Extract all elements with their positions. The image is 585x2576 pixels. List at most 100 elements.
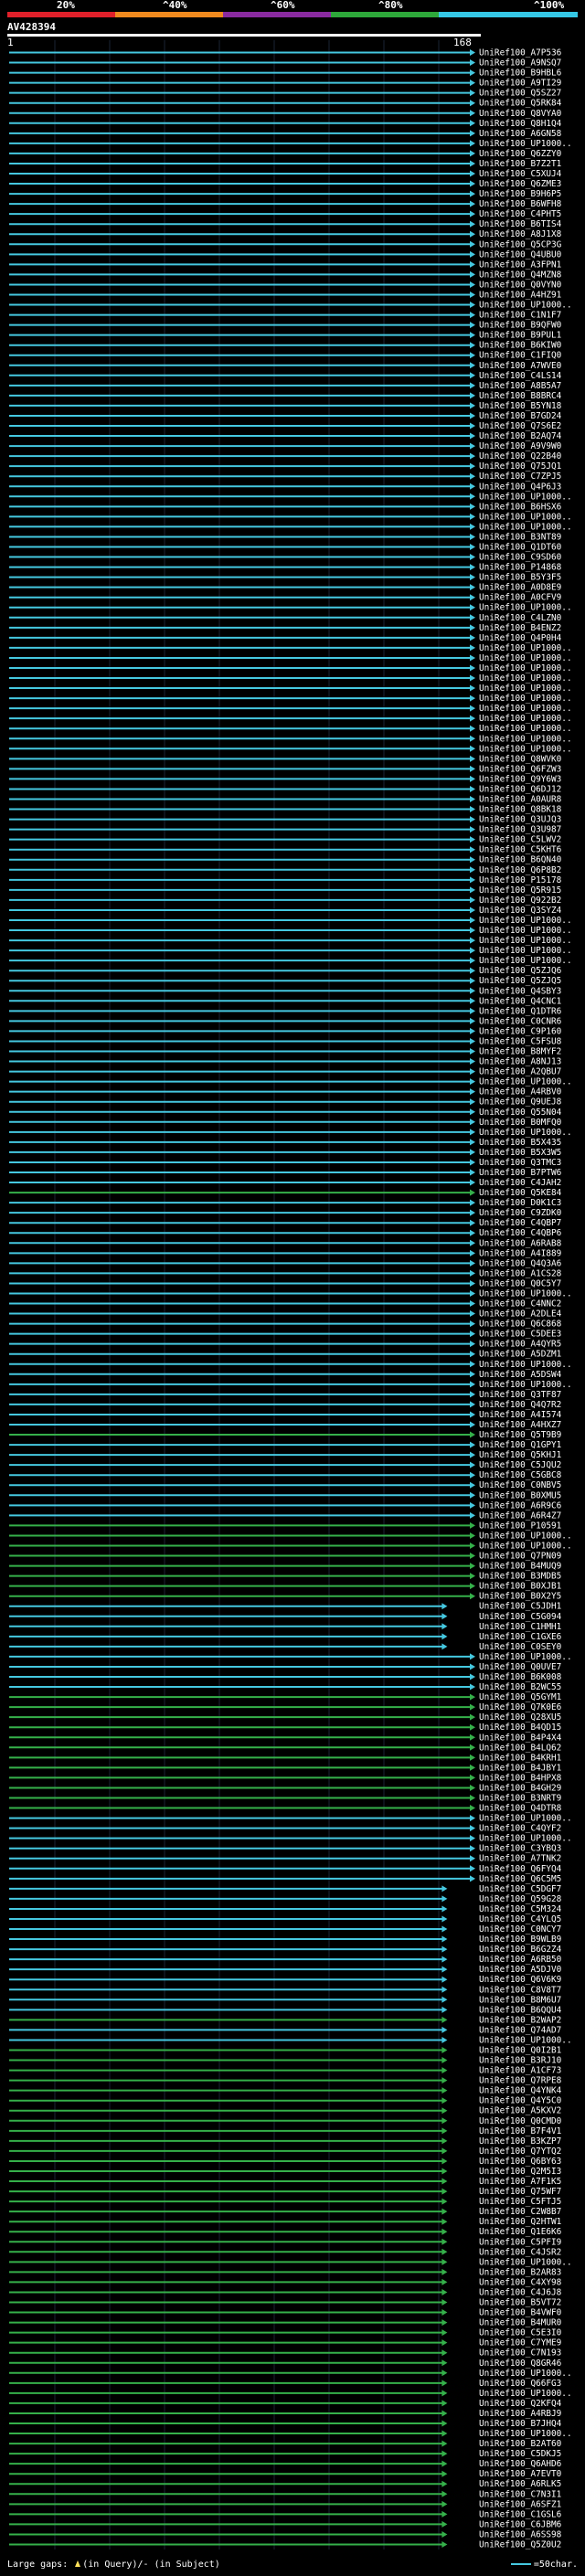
hit-row[interactable]: UniRef100_Q3TF87 xyxy=(9,1390,561,1400)
hit-label[interactable]: UniRef100_C5JQU2 xyxy=(479,1460,561,1470)
hit-label[interactable]: UniRef100_Q8VYA0 xyxy=(479,109,562,119)
hit-label[interactable]: UniRef100_Q4DTR8 xyxy=(479,1804,562,1814)
hit-label[interactable]: UniRef100_C5KHT6 xyxy=(479,845,562,855)
hit-row[interactable]: UniRef100_B3KZP7 xyxy=(9,2136,561,2147)
hit-label[interactable]: UniRef100_A4HZ91 xyxy=(479,290,562,300)
hit-row[interactable]: UniRef100_Q6C5M5 xyxy=(9,1874,561,1884)
hit-label[interactable]: UniRef100_C0CNR6 xyxy=(479,1016,562,1026)
hit-row[interactable]: UniRef100_Q4SBY3 xyxy=(9,986,561,996)
hit-label[interactable]: UniRef100_Q75JQ1 xyxy=(479,461,562,472)
hit-label[interactable]: UniRef100_B9QFW0 xyxy=(479,321,562,331)
hit-row[interactable]: UniRef100_A7WVE0 xyxy=(9,361,562,371)
hit-label[interactable]: UniRef100_Q74AD7 xyxy=(479,2025,561,2035)
hit-label[interactable]: UniRef100_C4QBP7 xyxy=(479,1218,561,1228)
hit-label[interactable]: UniRef100_Q66FG3 xyxy=(479,2379,561,2389)
hit-row[interactable]: UniRef100_A9NSQ7 xyxy=(9,58,561,69)
hit-row[interactable]: UniRef100_Q6FZW3 xyxy=(9,764,561,774)
hit-label[interactable]: UniRef100_B9PUL1 xyxy=(479,331,562,341)
hit-label[interactable]: UniRef100_Q0I2B1 xyxy=(479,2046,562,2056)
hit-label[interactable]: UniRef100_UP1000.. xyxy=(479,946,572,956)
hit-row[interactable]: UniRef100_B9QFW0 xyxy=(9,321,562,331)
hit-row[interactable]: UniRef100_A5KXV2 xyxy=(9,2106,561,2116)
hit-row[interactable]: UniRef100_Q7RPE8 xyxy=(9,2076,562,2086)
hit-label[interactable]: UniRef100_C4JAH2 xyxy=(479,1178,561,1188)
hit-row[interactable]: UniRef100_C5FTJ5 xyxy=(9,2197,561,2207)
hit-label[interactable]: UniRef100_B5YN18 xyxy=(479,401,562,411)
hit-row[interactable]: UniRef100_B2AQ74 xyxy=(9,431,562,441)
hit-label[interactable]: UniRef100_UP1000.. xyxy=(479,1531,572,1541)
hit-label[interactable]: UniRef100_Q5Z0U2 xyxy=(479,2539,561,2549)
hit-label[interactable]: UniRef100_Q4CNC1 xyxy=(479,996,562,1006)
hit-label[interactable]: UniRef100_B3KZP7 xyxy=(479,2136,561,2147)
hit-row[interactable]: UniRef100_UP1000.. xyxy=(9,2035,572,2045)
hit-label[interactable]: UniRef100_Q3UJQ3 xyxy=(479,815,561,825)
hit-label[interactable]: UniRef100_B4JBY1 xyxy=(479,1763,562,1773)
hit-row[interactable]: UniRef100_B0X2Y5 xyxy=(9,1592,561,1602)
hit-label[interactable]: UniRef100_C9SD60 xyxy=(479,553,562,563)
hit-label[interactable]: UniRef100_Q55N04 xyxy=(479,1108,562,1118)
hit-row[interactable]: UniRef100_Q6C868 xyxy=(9,1320,562,1330)
hit-row[interactable]: UniRef100_C4NNC2 xyxy=(9,1299,561,1309)
hit-label[interactable]: UniRef100_C4PHT5 xyxy=(479,209,561,219)
hit-label[interactable]: UniRef100_Q1DT60 xyxy=(479,542,562,552)
hit-row[interactable]: UniRef100_Q7K0E6 xyxy=(9,1702,562,1712)
hit-row[interactable]: UniRef100_C5JDH1 xyxy=(9,1602,562,1612)
hit-row[interactable]: UniRef100_B4ENZ2 xyxy=(9,623,561,633)
hit-label[interactable]: UniRef100_A5DZM1 xyxy=(479,1350,562,1360)
hit-row[interactable]: UniRef100_B2AT60 xyxy=(9,2439,562,2449)
hit-label[interactable]: UniRef100_B6K008 xyxy=(479,1672,562,1682)
hit-row[interactable]: UniRef100_B7JHQ4 xyxy=(9,2419,562,2429)
hit-label[interactable]: UniRef100_Q5KE84 xyxy=(479,1188,562,1198)
hit-row[interactable]: UniRef100_Q8GR46 xyxy=(9,2359,562,2369)
hit-row[interactable]: UniRef100_B3NT89 xyxy=(9,532,562,542)
hit-row[interactable]: UniRef100_A6RLK5 xyxy=(9,2479,561,2489)
hit-row[interactable]: UniRef100_UP1000.. xyxy=(9,916,572,926)
hit-row[interactable]: UniRef100_C7N3I1 xyxy=(9,2489,562,2499)
hit-row[interactable]: UniRef100_Q7YTQ2 xyxy=(9,2147,561,2157)
hit-label[interactable]: UniRef100_Q2KFQ4 xyxy=(479,2399,562,2409)
hit-label[interactable]: UniRef100_A4HXZ7 xyxy=(479,1420,561,1430)
hit-label[interactable]: UniRef100_UP1000.. xyxy=(479,1128,572,1138)
hit-label[interactable]: UniRef100_C4XY98 xyxy=(479,2277,562,2287)
hit-row[interactable]: UniRef100_Q0I2B1 xyxy=(9,2046,562,2056)
hit-label[interactable]: UniRef100_B7JHQ4 xyxy=(479,2419,562,2429)
hit-row[interactable]: UniRef100_UP1000.. xyxy=(9,936,572,946)
hit-label[interactable]: UniRef100_B8MYF2 xyxy=(479,1047,561,1057)
hit-row[interactable]: UniRef100_Q75JQ1 xyxy=(9,461,562,472)
hit-label[interactable]: UniRef100_P10591 xyxy=(479,1521,562,1531)
hit-row[interactable]: UniRef100_UP1000.. xyxy=(9,603,572,613)
hit-row[interactable]: UniRef100_B4JBY1 xyxy=(9,1763,562,1773)
hit-label[interactable]: UniRef100_A6RLK5 xyxy=(479,2479,561,2489)
hit-label[interactable]: UniRef100_Q7S6E2 xyxy=(479,421,561,431)
hit-label[interactable]: UniRef100_Q5KHJ1 xyxy=(479,1450,562,1460)
hit-row[interactable]: UniRef100_A1CS28 xyxy=(9,1268,562,1278)
hit-row[interactable]: UniRef100_A4HZ91 xyxy=(9,290,562,300)
hit-label[interactable]: UniRef100_Q6ZZY0 xyxy=(479,149,562,159)
hit-label[interactable]: UniRef100_Q8BK18 xyxy=(479,805,562,815)
hit-label[interactable]: UniRef100_B6TIS4 xyxy=(479,219,562,229)
hit-row[interactable]: UniRef100_A9TI29 xyxy=(9,79,562,89)
hit-row[interactable]: UniRef100_C4QBP6 xyxy=(9,1228,562,1238)
hit-label[interactable]: UniRef100_B4GH29 xyxy=(479,1783,562,1793)
hit-label[interactable]: UniRef100_B5Y3F5 xyxy=(479,573,561,583)
hit-label[interactable]: UniRef100_C4LZN0 xyxy=(479,613,562,623)
hit-row[interactable]: UniRef100_B6QN40 xyxy=(9,855,562,865)
hit-row[interactable]: UniRef100_B0XJB1 xyxy=(9,1582,562,1592)
hit-row[interactable]: UniRef100_Q5CP3G xyxy=(9,239,562,249)
hit-label[interactable]: UniRef100_Q4UBU0 xyxy=(479,249,562,260)
hit-row[interactable]: UniRef100_A7EVT0 xyxy=(9,2469,562,2479)
hit-label[interactable]: UniRef100_A6SS98 xyxy=(479,2529,562,2539)
hit-row[interactable]: UniRef100_C5JQU2 xyxy=(9,1460,561,1470)
hit-label[interactable]: UniRef100_A8J1X8 xyxy=(479,229,562,239)
hit-row[interactable]: UniRef100_B7Z2T1 xyxy=(9,159,562,169)
hit-label[interactable]: UniRef100_A9V9W0 xyxy=(479,441,562,451)
hit-label[interactable]: UniRef100_Q5R915 xyxy=(479,885,561,896)
hit-label[interactable]: UniRef100_B4MUR0 xyxy=(479,2318,562,2328)
hit-label[interactable]: UniRef100_UP1000.. xyxy=(479,916,572,926)
hit-label[interactable]: UniRef100_A7P536 xyxy=(479,48,562,58)
hit-label[interactable]: UniRef100_Q5T9B9 xyxy=(479,1430,562,1440)
hit-row[interactable]: UniRef100_Q5T9B9 xyxy=(9,1430,562,1440)
hit-row[interactable]: UniRef100_B7F4V1 xyxy=(9,2126,562,2136)
hit-label[interactable]: UniRef100_UP1000.. xyxy=(479,704,572,714)
hit-label[interactable]: UniRef100_B4KRH1 xyxy=(479,1753,562,1763)
